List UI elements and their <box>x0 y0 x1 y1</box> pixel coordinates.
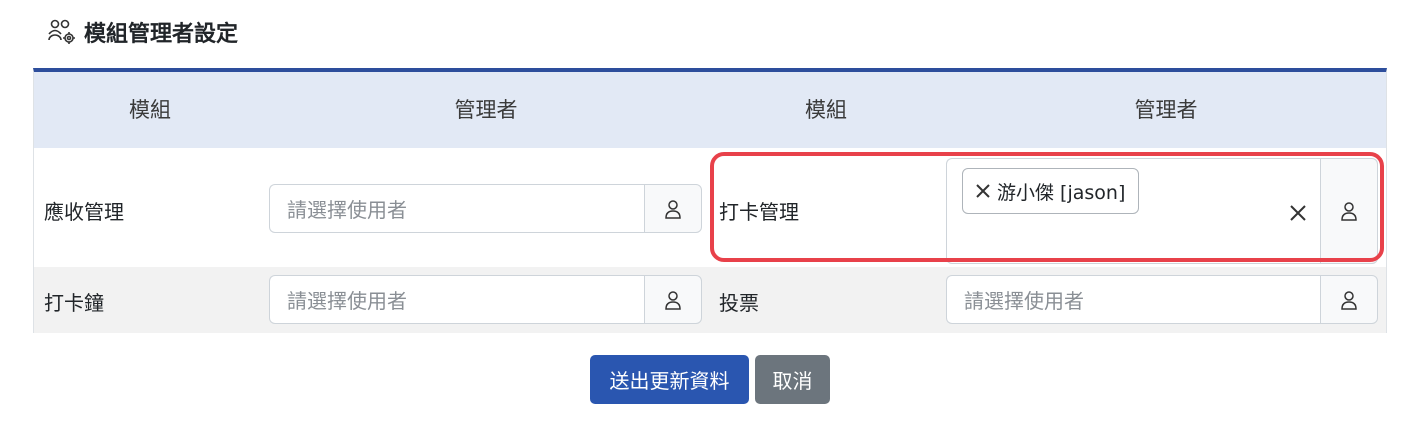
submit-update-button[interactable]: 送出更新資料 <box>590 355 749 404</box>
column-header-module-1: 模組 <box>129 98 171 122</box>
user-icon <box>665 199 681 219</box>
user-icon <box>1341 202 1357 221</box>
module-label: 打卡管理 <box>719 200 799 224</box>
page-heading: 模組管理者設定 <box>46 14 238 50</box>
users-gear-icon <box>48 19 75 44</box>
selected-user-tag[interactable]: 游小傑 [jason] <box>962 168 1140 214</box>
module-label: 應收管理 <box>44 200 124 224</box>
manager-select: 請選擇使用者 <box>269 275 702 324</box>
table-header: 模組 管理者 模組 管理者 <box>34 72 1386 148</box>
manager-input[interactable]: 請選擇使用者 <box>269 184 644 233</box>
manager-select: 請選擇使用者 <box>269 184 702 233</box>
select-user-button[interactable] <box>1320 275 1378 324</box>
column-header-manager-1: 管理者 <box>454 98 518 122</box>
module-manager-table: 模組 管理者 模組 管理者 應收管理 請選擇使用者 打卡管理 打卡鐘 請選擇使用… <box>33 68 1387 333</box>
select-user-button[interactable] <box>1320 158 1378 264</box>
column-header-manager-2: 管理者 <box>1134 98 1198 122</box>
page-title: 模組管理者設定 <box>84 22 239 47</box>
select-user-button[interactable] <box>644 184 702 233</box>
manager-input[interactable]: 請選擇使用者 <box>946 275 1320 324</box>
user-icon <box>1341 290 1357 310</box>
manager-select: 請選擇使用者 <box>946 275 1378 324</box>
manager-input[interactable]: 請選擇使用者 <box>269 275 644 324</box>
selected-user-name: 游小傑 [jason] <box>997 181 1126 204</box>
remove-tag-icon[interactable] <box>975 183 991 199</box>
select-user-button[interactable] <box>644 275 702 324</box>
manager-input-selected[interactable]: 游小傑 [jason] <box>946 158 1320 264</box>
column-header-module-2: 模組 <box>805 98 847 122</box>
cancel-button[interactable]: 取消 <box>755 355 830 404</box>
user-icon <box>665 290 681 310</box>
clear-selection-icon[interactable] <box>1288 203 1308 223</box>
manager-multiselect: 游小傑 [jason] <box>946 158 1378 264</box>
module-label: 投票 <box>719 291 759 315</box>
module-label: 打卡鐘 <box>44 291 104 315</box>
table-row: 打卡鐘 請選擇使用者 投票 請選擇使用者 <box>34 267 1386 333</box>
